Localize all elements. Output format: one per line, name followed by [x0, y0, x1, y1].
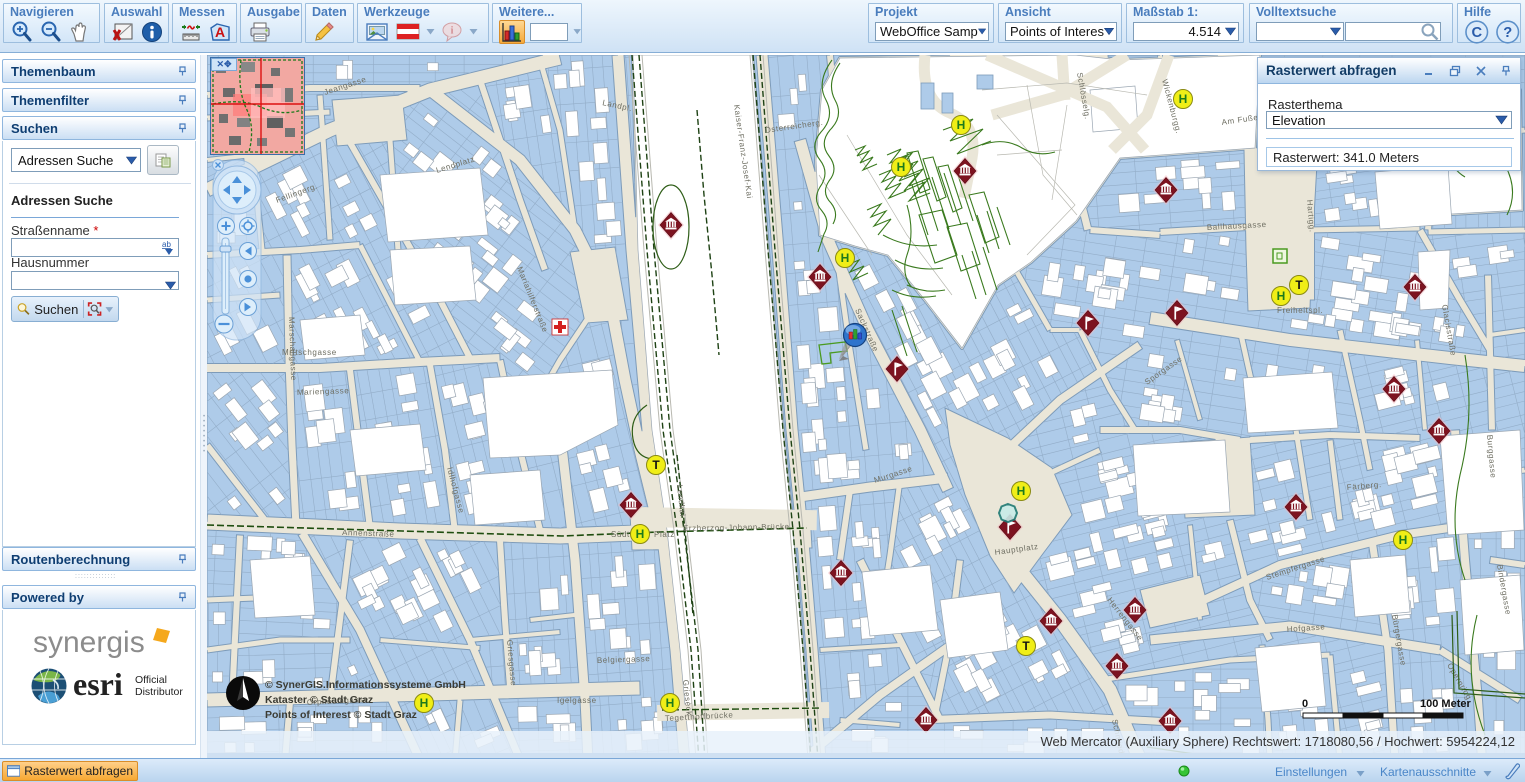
- svg-text:ab: ab: [162, 240, 171, 249]
- svg-text:?: ?: [1503, 24, 1512, 40]
- svg-text:100 Meter: 100 Meter: [1420, 698, 1471, 710]
- svg-text:Kataster © Stadt Graz: Kataster © Stadt Graz: [265, 694, 373, 706]
- svg-text:© SynerGIS.Informationssysteme: © SynerGIS.Informationssysteme GmbH: [265, 679, 466, 691]
- svg-text:Annenstraße: Annenstraße: [342, 528, 395, 539]
- svg-text:H: H: [1179, 92, 1188, 106]
- svg-text:A: A: [215, 24, 225, 40]
- svg-text:H: H: [1017, 484, 1026, 498]
- svg-text:T: T: [652, 458, 660, 472]
- svg-text:0: 0: [1302, 698, 1308, 710]
- svg-text:Erzherzog-Johann-Brücke: Erzherzog-Johann-Brücke: [683, 522, 790, 533]
- svg-text:T: T: [1295, 278, 1303, 292]
- svg-text:H: H: [841, 251, 850, 265]
- svg-text:H: H: [420, 696, 429, 710]
- svg-text:H: H: [957, 118, 966, 132]
- svg-text:Freiheitspl.: Freiheitspl.: [1277, 306, 1323, 315]
- svg-text:Points of Interest © Stadt Gra: Points of Interest © Stadt Graz: [265, 709, 417, 721]
- svg-text:H: H: [1399, 533, 1408, 547]
- svg-text:H: H: [897, 160, 906, 174]
- svg-text:Belgiergasse: Belgiergasse: [597, 654, 651, 665]
- svg-text:Web Mercator (Auxiliary Sphere: Web Mercator (Auxiliary Sphere) Rechtswe…: [1040, 734, 1515, 749]
- svg-text:H: H: [666, 696, 675, 710]
- svg-text:synergis: synergis: [33, 626, 145, 659]
- svg-text:C: C: [1471, 24, 1482, 40]
- svg-text:H: H: [636, 527, 645, 541]
- svg-text:Mariengasse: Mariengasse: [297, 386, 350, 397]
- svg-text:Igelgasse: Igelgasse: [557, 696, 597, 705]
- svg-text:i: i: [451, 25, 454, 36]
- svg-text:T: T: [1022, 639, 1030, 653]
- svg-text:H: H: [1277, 289, 1286, 303]
